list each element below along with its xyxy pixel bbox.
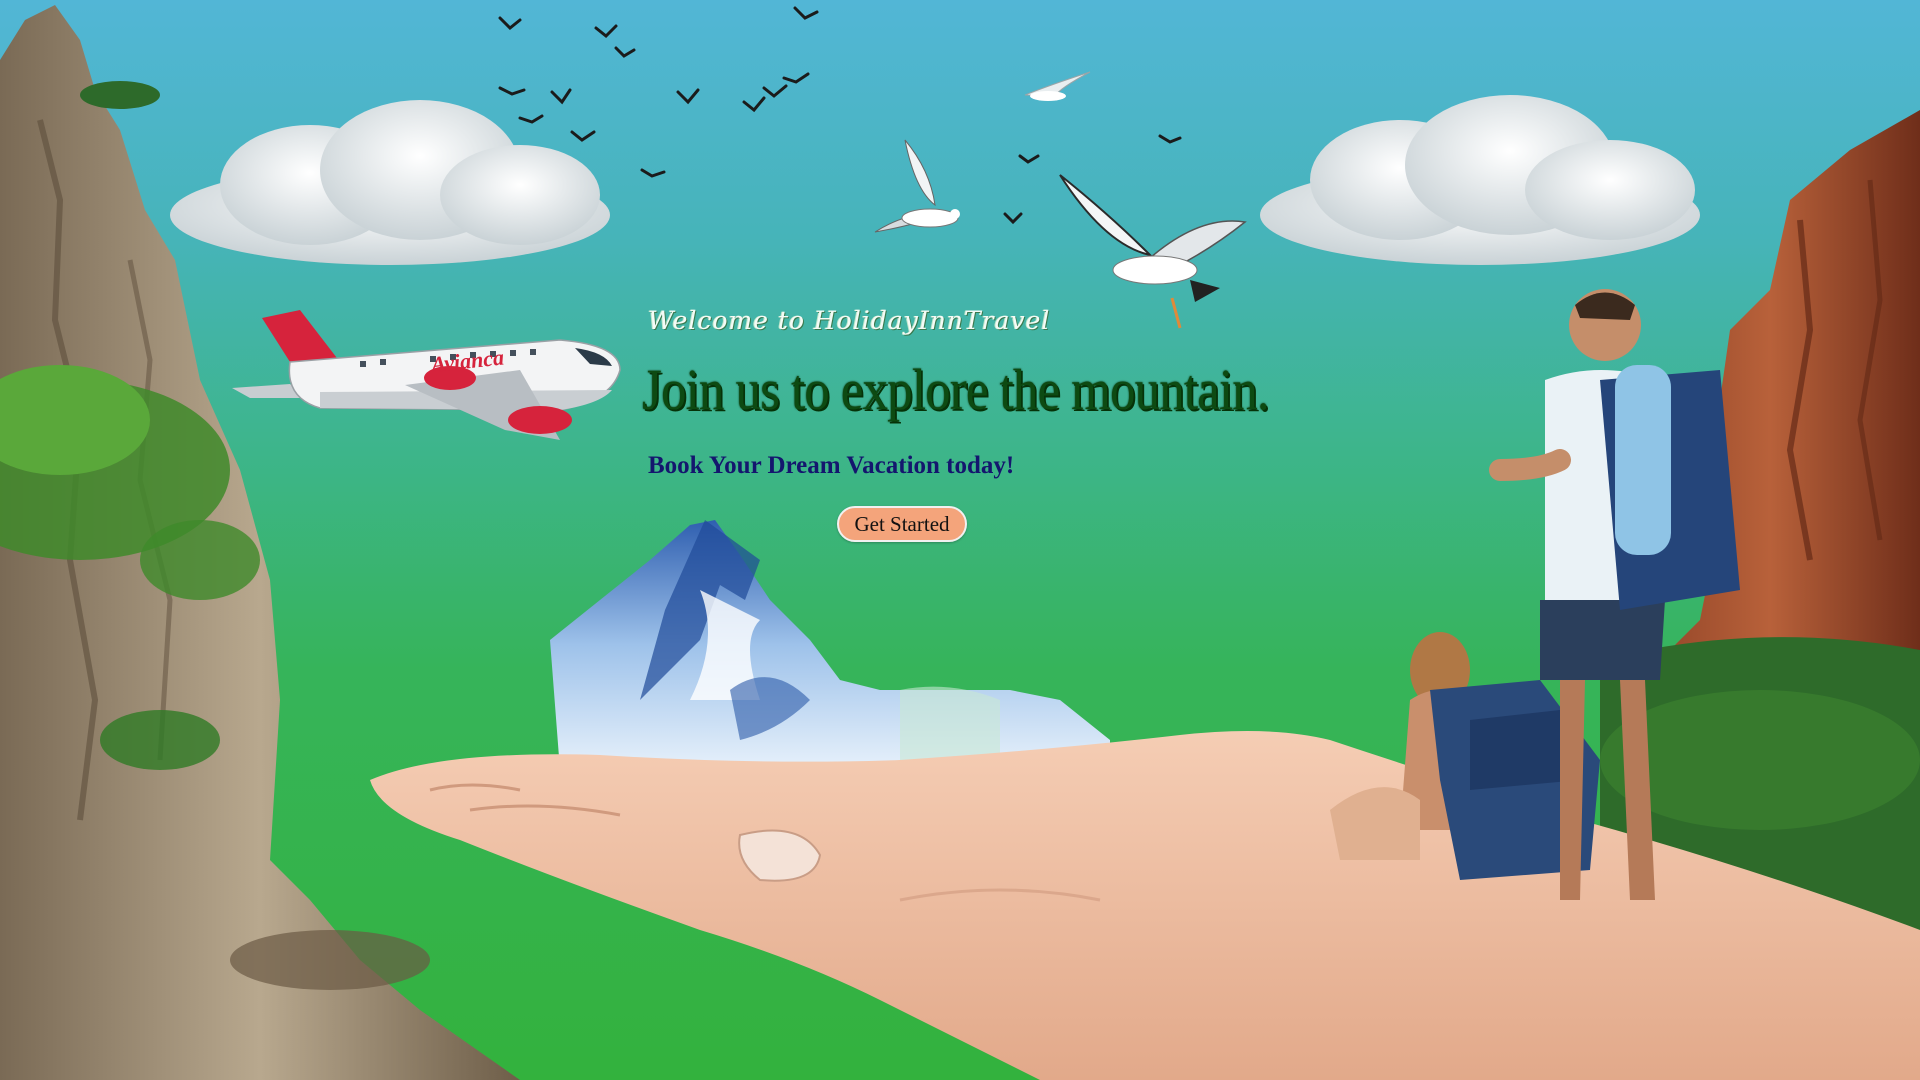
background-scene: Avianca bbox=[0, 5, 1920, 1080]
tagline: Book Your Dream Vacation today! bbox=[648, 452, 1015, 479]
right-cloud bbox=[1260, 95, 1700, 265]
welcome-text: Welcome to HolidayInnTravel bbox=[648, 306, 1051, 335]
seagull-small bbox=[1024, 71, 1091, 101]
seagull-left bbox=[874, 139, 960, 233]
get-started-button[interactable]: Get Started bbox=[837, 506, 967, 542]
headline: Join us to explore the mountain. bbox=[642, 357, 1270, 422]
airplane bbox=[232, 310, 621, 440]
snowy-mountain bbox=[550, 520, 1110, 770]
left-cloud bbox=[170, 100, 610, 265]
seagull-large bbox=[1059, 174, 1247, 329]
